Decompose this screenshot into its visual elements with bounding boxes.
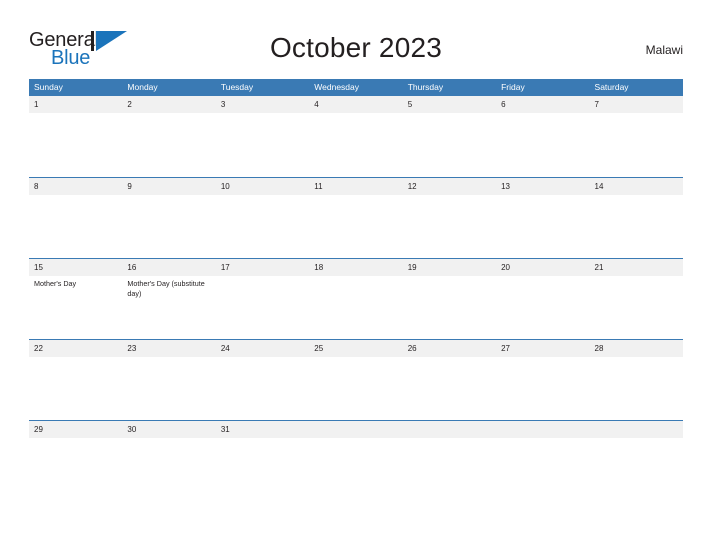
weekday-header-thursday: Thursday <box>407 82 444 92</box>
calendar-week-row: 15 Mother's Day 16 Mother's Day (substitute… <box>29 258 683 339</box>
calendar-day-cell[interactable]: 30 <box>122 421 216 438</box>
day-number: 4 <box>309 96 403 113</box>
day-number: 22 <box>29 340 123 357</box>
calendar-week-row: 8 9 10 11 12 13 14 <box>29 177 683 258</box>
calendar-weeks: 1 2 3 4 5 6 7 8 9 10 11 12 13 14 15 Mother's Day 16 Mothe… <box>29 96 683 438</box>
calendar-day-cell[interactable]: 8 <box>29 178 123 258</box>
calendar-day-cell[interactable]: 14 <box>589 178 683 258</box>
calendar-day-cell[interactable]: 20 <box>496 259 590 339</box>
calendar-day-cell[interactable]: 9 <box>122 178 216 258</box>
day-number: 31 <box>215 421 310 438</box>
weekday-header-wednesday: Wednesday <box>314 82 359 92</box>
calendar-day-cell[interactable]: 16 Mother's Day (substitute day) <box>122 259 216 339</box>
calendar-day-cell-empty <box>402 421 497 438</box>
day-number: 14 <box>589 178 683 195</box>
weekday-header-row: Sunday Monday Tuesday Wednesday Thursday Frid… <box>29 79 683 96</box>
weekday-header-monday: Monday <box>127 82 158 92</box>
calendar-day-cell[interactable]: 13 <box>496 178 590 258</box>
calendar-week-row: 22 23 24 25 26 27 28 <box>29 339 683 420</box>
day-number: 3 <box>215 96 310 113</box>
calendar-day-cell[interactable]: 15 Mother's Day <box>29 259 123 339</box>
page-title: October 2023 <box>269 32 443 63</box>
day-number: 19 <box>402 259 497 276</box>
calendar-day-cell[interactable]: 10 <box>215 178 310 258</box>
day-number <box>402 421 497 438</box>
calendar-day-cell[interactable]: 18 <box>309 259 403 339</box>
day-number: 23 <box>122 340 216 357</box>
calendar-day-cell[interactable]: 17 <box>215 259 310 339</box>
calendar-day-cell[interactable]: 29 <box>29 421 123 438</box>
day-number: 30 <box>122 421 216 438</box>
calendar-page: General Blue October 2023 Malawi Sunday M… <box>0 0 712 550</box>
day-number: 17 <box>215 259 310 276</box>
day-events: Mother's Day <box>29 276 122 289</box>
day-number: 25 <box>309 340 403 357</box>
weekday-header-friday: Friday <box>501 82 525 92</box>
weekday-header-saturday: Saturday <box>594 82 629 92</box>
day-number <box>496 421 590 438</box>
calendar-week-row: 1234567 <box>29 96 683 177</box>
day-number: 5 <box>402 96 497 113</box>
weekday-header-tuesday: Tuesday <box>220 82 254 92</box>
day-number: 12 <box>402 178 497 195</box>
day-number: 20 <box>496 259 590 276</box>
calendar-day-cell[interactable]: 5 <box>402 96 497 177</box>
calendar-day-cell[interactable]: 11 <box>309 178 403 258</box>
calendar-week-row: 29 30 31 <box>29 420 683 438</box>
page-header: General Blue October 2023 Malawi <box>29 28 683 72</box>
calendar-day-cell[interactable]: 19 <box>402 259 497 339</box>
calendar-day-cell-empty <box>496 421 590 438</box>
day-number: 10 <box>215 178 310 195</box>
calendar-day-cell[interactable]: 31 <box>215 421 310 438</box>
day-number: 18 <box>309 259 403 276</box>
weekday-header-sunday: Sunday <box>34 82 63 92</box>
day-number: 29 <box>29 421 123 438</box>
calendar-day-cell[interactable]: 21 <box>589 259 683 339</box>
calendar-grid: Sunday Monday Tuesday Wednesday Thursday Frid… <box>29 79 683 438</box>
day-number: 21 <box>589 259 683 276</box>
calendar-day-cell-empty <box>589 421 683 438</box>
day-number: 11 <box>309 178 403 195</box>
day-number <box>589 421 683 438</box>
country-label: Malawi <box>645 43 683 57</box>
calendar-day-cell-empty <box>309 421 403 438</box>
calendar-day-cell[interactable]: 26 <box>402 340 497 420</box>
calendar-day-cell[interactable]: 28 <box>589 340 683 420</box>
calendar-day-cell[interactable]: 27 <box>496 340 590 420</box>
calendar-day-cell[interactable]: 12 <box>402 178 497 258</box>
day-number: 24 <box>215 340 310 357</box>
day-number: 7 <box>589 96 683 113</box>
day-number: 15 <box>29 259 123 276</box>
day-number: 2 <box>122 96 216 113</box>
day-number: 16 <box>122 259 216 276</box>
calendar-day-cell[interactable]: 24 <box>215 340 310 420</box>
calendar-day-cell[interactable]: 1 <box>29 96 123 177</box>
day-events: Mother's Day (substitute day) <box>122 276 215 298</box>
day-number <box>309 421 403 438</box>
calendar-day-cell[interactable]: 4 <box>309 96 403 177</box>
calendar-day-cell[interactable]: 22 <box>29 340 123 420</box>
day-number: 28 <box>589 340 683 357</box>
calendar-day-cell[interactable]: 6 <box>496 96 590 177</box>
day-number: 26 <box>402 340 497 357</box>
calendar-day-cell[interactable]: 2 <box>122 96 216 177</box>
day-number: 27 <box>496 340 590 357</box>
calendar-day-cell[interactable]: 3 <box>215 96 310 177</box>
day-number: 9 <box>122 178 216 195</box>
day-number: 1 <box>29 96 123 113</box>
calendar-day-cell[interactable]: 25 <box>309 340 403 420</box>
day-number: 6 <box>496 96 590 113</box>
holiday-label: Mother's Day (substitute day) <box>127 279 205 298</box>
day-number: 13 <box>496 178 590 195</box>
holiday-label: Mother's Day <box>34 279 77 288</box>
day-number: 8 <box>29 178 123 195</box>
calendar-day-cell[interactable]: 7 <box>589 96 683 177</box>
calendar-day-cell[interactable]: 23 <box>122 340 216 420</box>
